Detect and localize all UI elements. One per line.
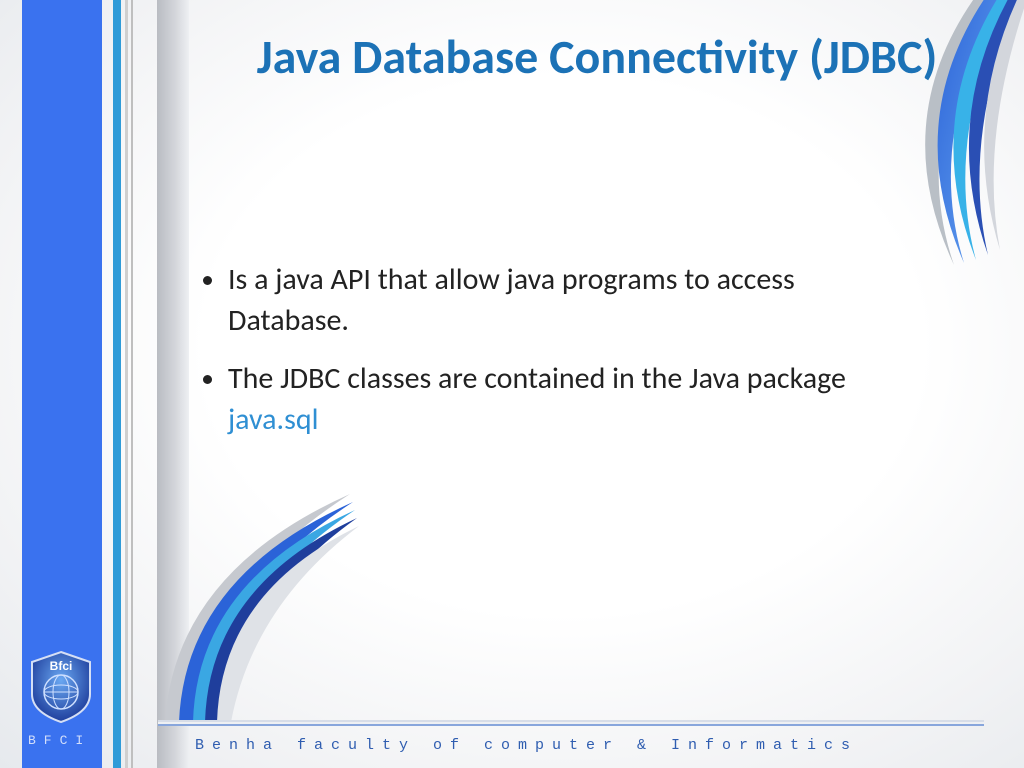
bullet-text: Is a java API that allow java programs t… — [228, 261, 795, 339]
slide-title: Java Database Connectivity (JDBC) — [210, 28, 984, 86]
bullet-list: Is a java API that allow java programs t… — [200, 260, 900, 458]
footer-divider — [158, 722, 984, 726]
accent-stripe-2 — [125, 0, 128, 768]
logo-text: Bfci — [50, 659, 73, 673]
bullet-highlight: java.sql — [228, 401, 318, 438]
footer-text: Benha faculty of computer & Informatics — [195, 737, 858, 754]
faculty-logo-icon: Bfci — [24, 650, 98, 724]
sidebar-label: BFCI — [28, 733, 91, 748]
accent-stripe-3 — [131, 0, 133, 768]
bullet-item: Is a java API that allow java programs t… — [228, 260, 900, 341]
gray-column — [157, 0, 189, 768]
bullet-text: The JDBC classes are contained in the Ja… — [228, 360, 846, 397]
slide: Java Database Connectivity (JDBC) Is a j… — [0, 0, 1024, 768]
decorative-swoosh-bottom — [165, 492, 375, 722]
accent-stripe-1 — [113, 0, 121, 768]
bullet-item: The JDBC classes are contained in the Ja… — [228, 359, 900, 440]
